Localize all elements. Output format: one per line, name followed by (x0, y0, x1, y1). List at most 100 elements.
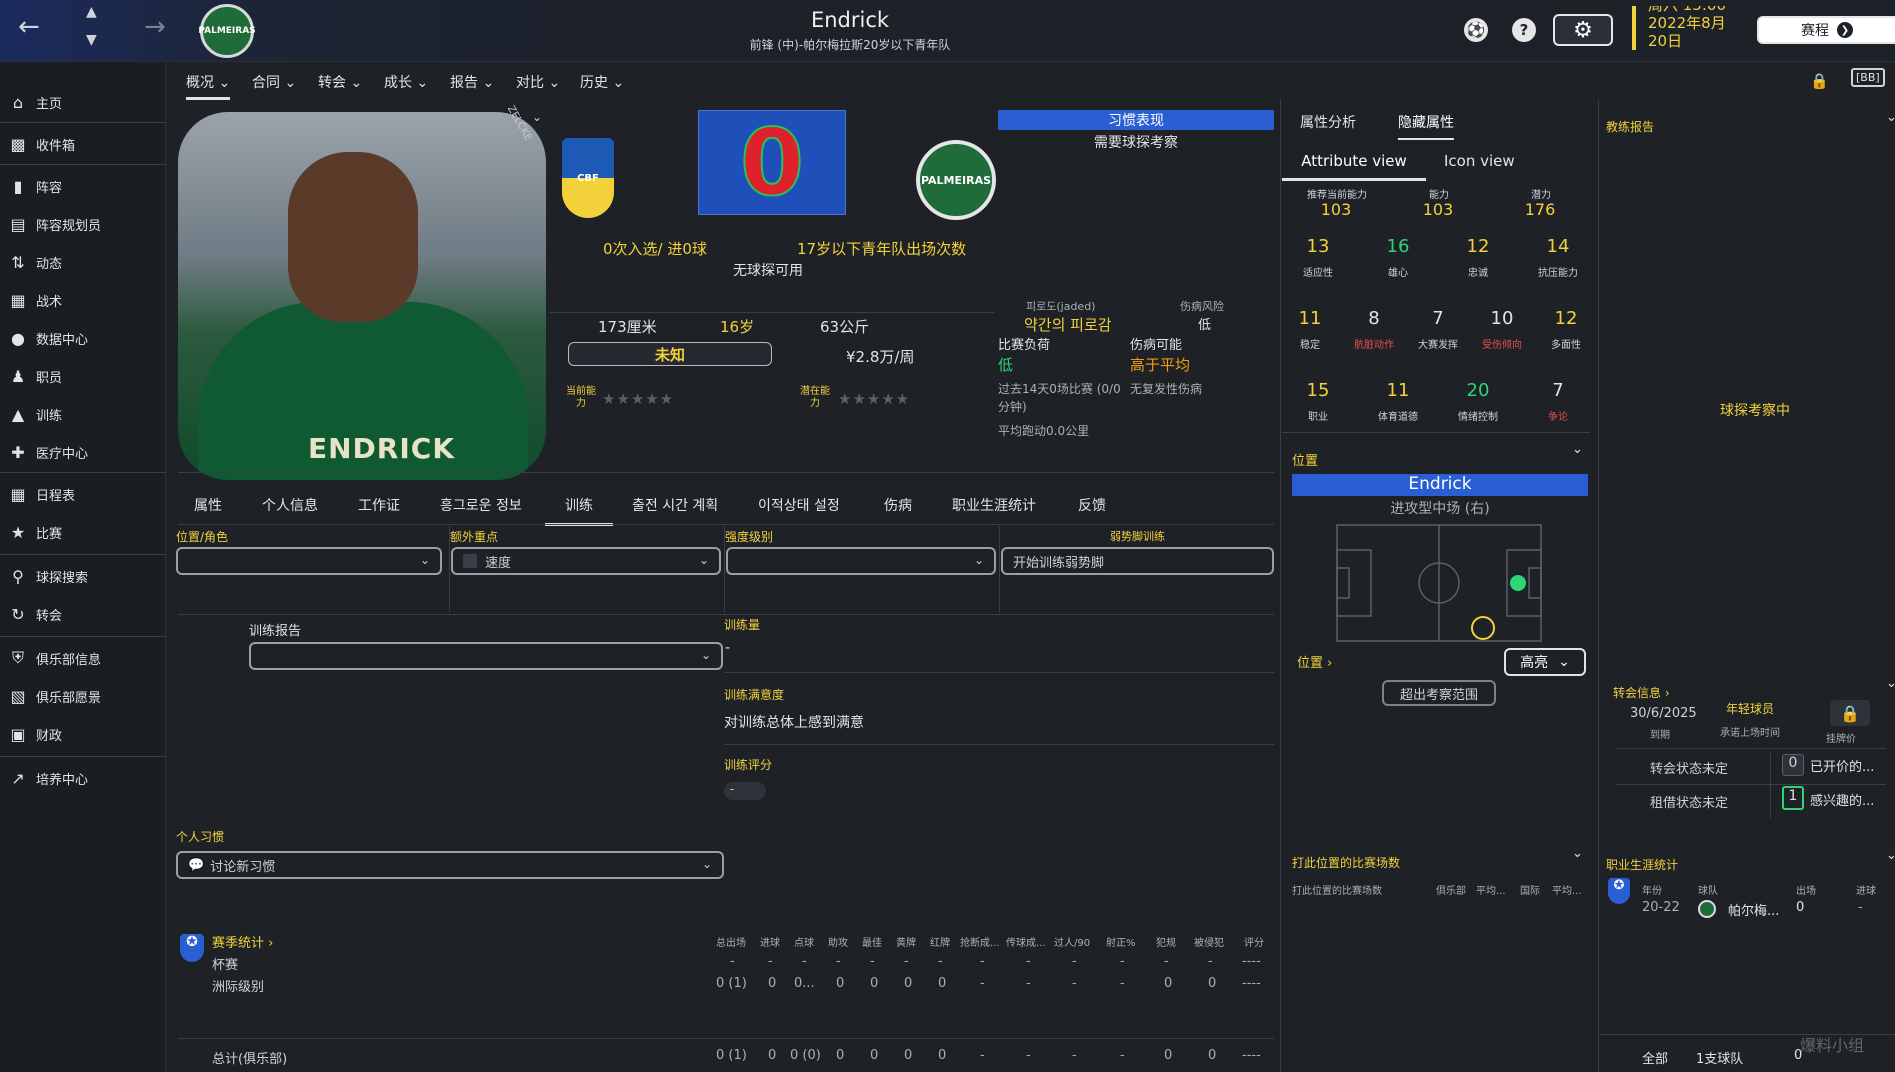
extra-focus-select[interactable]: 速度 ⌄ (451, 547, 721, 575)
sidebar-item-data-hub[interactable]: ● 数据中心 (0, 322, 166, 354)
attr-value: 20 (1466, 380, 1490, 401)
tab-work-permit[interactable]: 工作证 (358, 495, 400, 515)
chevron-down-icon[interactable]: ⌄ (1886, 676, 1895, 691)
menu-history[interactable]: 历史 ⌄ (580, 72, 624, 92)
habits-select[interactable]: 💬 讨论新习惯 ⌄ (176, 851, 724, 879)
attr-label: 多面性 (1551, 340, 1581, 351)
sidebar-item-competitions[interactable]: ★ 比赛 (0, 516, 166, 548)
sidebar-item-staff[interactable]: ♟ 职员 (0, 360, 166, 392)
promise-label: 承诺上场时间 (1720, 728, 1780, 739)
trophy-icon: ★ (10, 522, 26, 542)
menu-reports[interactable]: 报告 ⌄ (450, 72, 494, 92)
potential-ability-label: 潜在能力 (800, 386, 830, 409)
sidebar-item-club-vision[interactable]: ▧ 俱乐部愿景 (0, 680, 166, 712)
coach-report-status: 球探考察中 (1720, 403, 1790, 419)
training-report-select[interactable]: ⌄ (249, 642, 723, 670)
out-of-range-button[interactable]: 超出考察范围 (1382, 680, 1496, 706)
tab-feedback[interactable]: 反馈 (1078, 495, 1106, 515)
bb-code-icon[interactable]: [BB] (1851, 68, 1885, 87)
sidebar-item-transfers[interactable]: ↻ 转会 (0, 598, 166, 630)
tab-career-stats[interactable]: 职业生涯统计 (952, 495, 1036, 515)
back-arrow-icon[interactable]: ← (18, 12, 40, 42)
sidebar-item-finances[interactable]: ▣ 财政 (0, 718, 166, 750)
extra-focus-label: 额外重点 (450, 530, 499, 544)
offers-link[interactable]: 已开价的... (1810, 756, 1874, 775)
sidebar-item-scouting[interactable]: ⚲ 球探搜索 (0, 560, 166, 592)
tab-personal-info[interactable]: 个人信息 (262, 495, 318, 515)
arrow-right-circle-icon: ❯ (1837, 22, 1853, 38)
lock-icon[interactable]: 🔒 (1810, 72, 1829, 90)
highlight-dropdown[interactable]: 高亮 ⌄ (1504, 648, 1586, 676)
no-scout: 无球探可用 (733, 263, 803, 279)
career-col: 进球 (1856, 886, 1876, 897)
medical-icon: ✚ (11, 442, 25, 462)
attr-value: 11 (1298, 308, 1322, 329)
played-col: 打此位置的比赛场数 (1292, 886, 1382, 897)
help-icon[interactable]: ? (1512, 18, 1536, 42)
watermark: 爆料小组 (1800, 1036, 1865, 1055)
tab-icon-view[interactable]: Icon view (1444, 152, 1515, 170)
caps-goals[interactable]: 0次入选/ 进0球 (603, 238, 707, 259)
sidebar-label: 财政 (36, 728, 63, 744)
chevron-down-icon[interactable]: ⌄ (1886, 110, 1895, 125)
tab-playing-time[interactable]: 출전 시간 계획 (632, 495, 718, 515)
settings-button[interactable]: ⚙ (1553, 14, 1613, 46)
season-stats-title[interactable]: 赛季统计 › (212, 932, 273, 951)
weak-foot-button[interactable]: 开始训练弱势脚 (1001, 547, 1274, 575)
national-team-badge[interactable]: CBF (562, 138, 614, 218)
player-subtitle: 前锋 (中)-帕尔梅拉斯20岁以下青年队 (749, 38, 951, 52)
u17-apps[interactable]: 17岁以下青年队出场次数 (797, 238, 966, 259)
sidebar-item-dev-centre[interactable]: ↗ 培养中心 (0, 762, 166, 794)
tab-transfer-status[interactable]: 이적상태 설정 (758, 495, 840, 515)
menu-label: 报告 (450, 75, 478, 91)
role-select[interactable]: ⌄ (176, 547, 442, 575)
sidebar-item-tactics[interactable]: ▦ 战术 (0, 284, 166, 316)
career-apps: 0 (1796, 900, 1805, 915)
schedule-button[interactable]: 赛程 ❯ (1757, 16, 1895, 44)
menu-transfer[interactable]: 转会 ⌄ (318, 72, 362, 92)
sidebar-item-inbox[interactable]: ▩ 收件箱 (0, 128, 166, 160)
interest-link[interactable]: 感兴趣的... (1810, 790, 1874, 809)
sidebar-item-training[interactable]: ▲ 训练 (0, 398, 166, 430)
sidebar-item-calendar[interactable]: ▦ 日程表 (0, 478, 166, 510)
chevron-down-icon[interactable]: ⌄ (532, 110, 542, 124)
tab-attributes[interactable]: 属性 (194, 495, 222, 515)
sidebar-label: 比赛 (36, 526, 63, 542)
attr-label: 能力 (1429, 190, 1449, 201)
menu-overview[interactable]: 概况 ⌄ (186, 72, 231, 100)
transfer-info-title[interactable]: 转会信息 › (1613, 684, 1670, 701)
divider (1770, 752, 1771, 818)
football-icon[interactable]: ⚽ (1464, 18, 1488, 42)
sidebar-item-club-info[interactable]: ⛨ 俱乐部信息 (0, 642, 166, 674)
attr-label: 雄心 (1388, 268, 1408, 279)
sidebar-item-squad[interactable]: ▮ 阵容 (0, 170, 166, 202)
tab-hidden-attributes[interactable]: 隐藏属性 (1398, 112, 1454, 140)
chevron-down-icon[interactable]: ⌄ (1886, 848, 1895, 863)
position-link[interactable]: 位置 › (1297, 652, 1332, 671)
lock-icon[interactable]: 🔒 (1830, 700, 1870, 726)
value-box[interactable]: 未知 (568, 342, 772, 366)
intensity-select[interactable]: ⌄ (726, 547, 996, 575)
menu-compare[interactable]: 对比 ⌄ (516, 72, 560, 92)
sidebar-item-dynamics[interactable]: ⇅ 动态 (0, 246, 166, 278)
chevron-up-icon[interactable]: ▲ (86, 4, 97, 20)
tab-attribute-view[interactable]: Attribute view (1282, 152, 1426, 181)
club-badge[interactable]: PALMEIRAS (916, 140, 996, 220)
chevron-down-icon[interactable]: ⌄ (1572, 442, 1583, 457)
menu-development[interactable]: 成长 ⌄ (384, 72, 428, 92)
club-logo[interactable]: PALMEIRAS (198, 4, 256, 58)
tab-interesting-info[interactable]: 흥그로운 정보 (440, 495, 522, 515)
position-link-text: 位置 (1297, 656, 1324, 671)
menu-label: 转会 (318, 75, 346, 91)
sidebar-item-home[interactable]: ⌂ 主页 (0, 86, 166, 118)
chevron-down-icon[interactable]: ⌄ (1572, 846, 1583, 861)
played-col: 平均... (1476, 886, 1506, 897)
menu-contract[interactable]: 合同 ⌄ (252, 72, 296, 92)
sidebar-item-squad-planner[interactable]: ▤ 阵容规划员 (0, 208, 166, 240)
tab-attribute-analysis[interactable]: 属性分析 (1300, 112, 1356, 132)
tab-injuries[interactable]: 伤病 (884, 495, 912, 515)
chevron-down-icon[interactable]: ▼ (86, 32, 97, 48)
forward-arrow-icon[interactable]: → (144, 12, 166, 42)
tab-training[interactable]: 训练 (545, 495, 613, 526)
sidebar-item-medical[interactable]: ✚ 医疗中心 (0, 436, 166, 468)
